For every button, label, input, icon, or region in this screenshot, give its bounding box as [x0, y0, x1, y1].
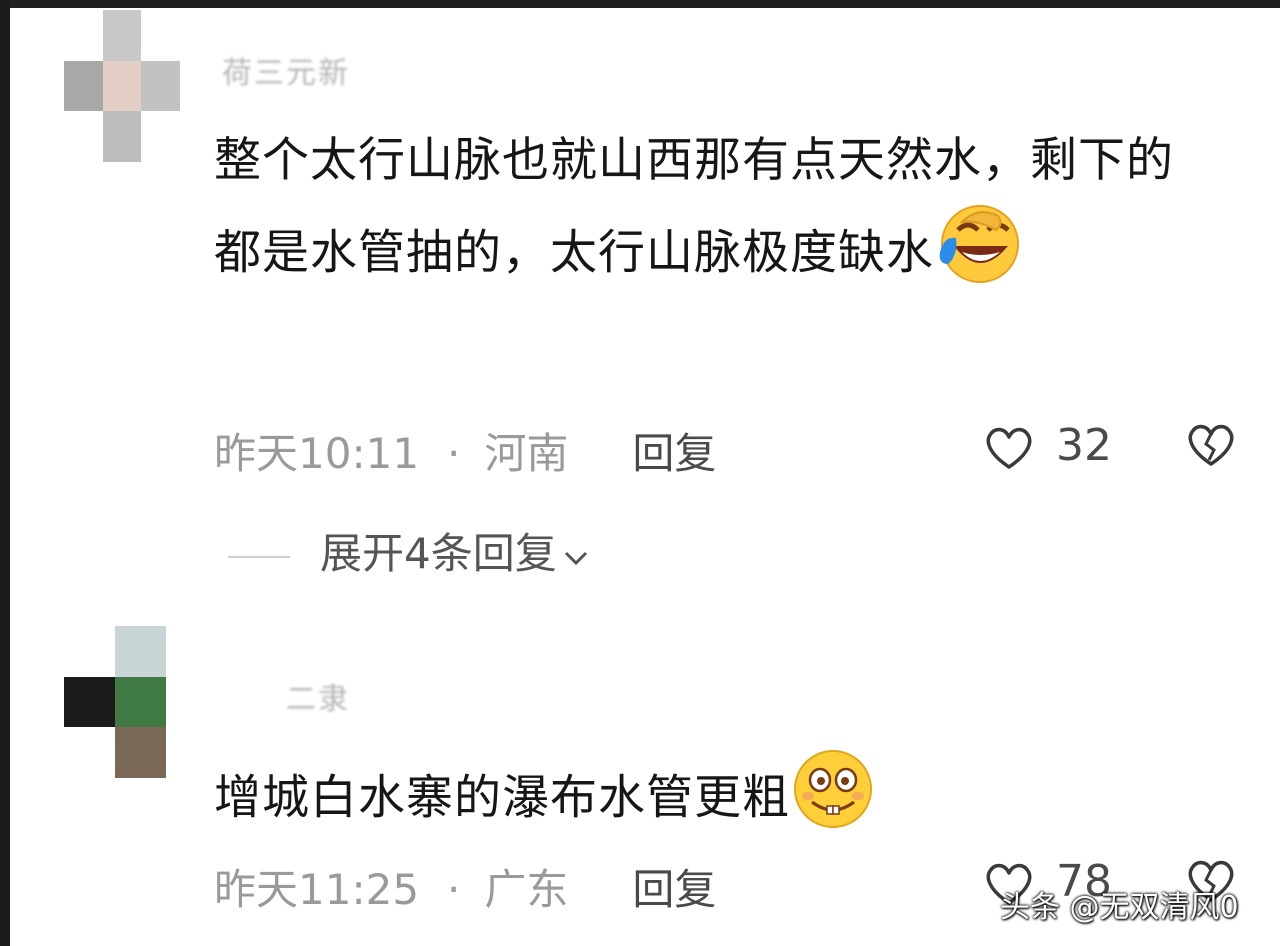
- username[interactable]: 荷三元新: [222, 48, 350, 92]
- screen-top-edge: [0, 0, 1280, 8]
- watermark: 头条 @无双清风0: [1000, 890, 1239, 925]
- broken-heart-icon: [1186, 424, 1236, 472]
- like-button[interactable]: 32: [984, 420, 1112, 471]
- expand-replies-button[interactable]: 展开4条回复: [228, 520, 589, 581]
- comment-region: 河南: [484, 429, 569, 478]
- like-count: 32: [1056, 420, 1112, 471]
- avatar[interactable]: [64, 626, 166, 778]
- meta-separator: ·: [447, 429, 461, 478]
- comment-meta: 昨天11:25 · 广东 回复: [214, 856, 716, 917]
- comment-time: 昨天10:11: [214, 429, 420, 478]
- comment-text: 整个太行山脉也就山西那有点天然水，剩下的都是水管抽的，太行山脉极度缺水: [214, 122, 1214, 312]
- comment-text: 增城白水寨的瀑布水管更粗: [214, 746, 1214, 856]
- laugh-cry-emoji-icon: [934, 200, 1022, 312]
- meta-separator: ·: [447, 865, 461, 914]
- heart-icon: [984, 420, 1034, 471]
- reply-button[interactable]: 回复: [632, 865, 716, 914]
- grin-emoji-icon: [790, 746, 876, 856]
- comment-meta: 昨天10:11 · 河南 回复: [214, 420, 716, 481]
- avatar[interactable]: [64, 10, 180, 162]
- expand-divider: [228, 555, 290, 558]
- dislike-button[interactable]: [1186, 422, 1236, 472]
- chevron-down-icon: [563, 529, 589, 578]
- comment-region: 广东: [484, 865, 569, 914]
- screen-left-edge: [0, 0, 10, 946]
- username[interactable]: 二隶: [286, 674, 350, 718]
- expand-replies-label: 展开4条回复: [320, 529, 557, 578]
- reply-button[interactable]: 回复: [632, 429, 716, 478]
- comment-time: 昨天11:25: [214, 865, 420, 914]
